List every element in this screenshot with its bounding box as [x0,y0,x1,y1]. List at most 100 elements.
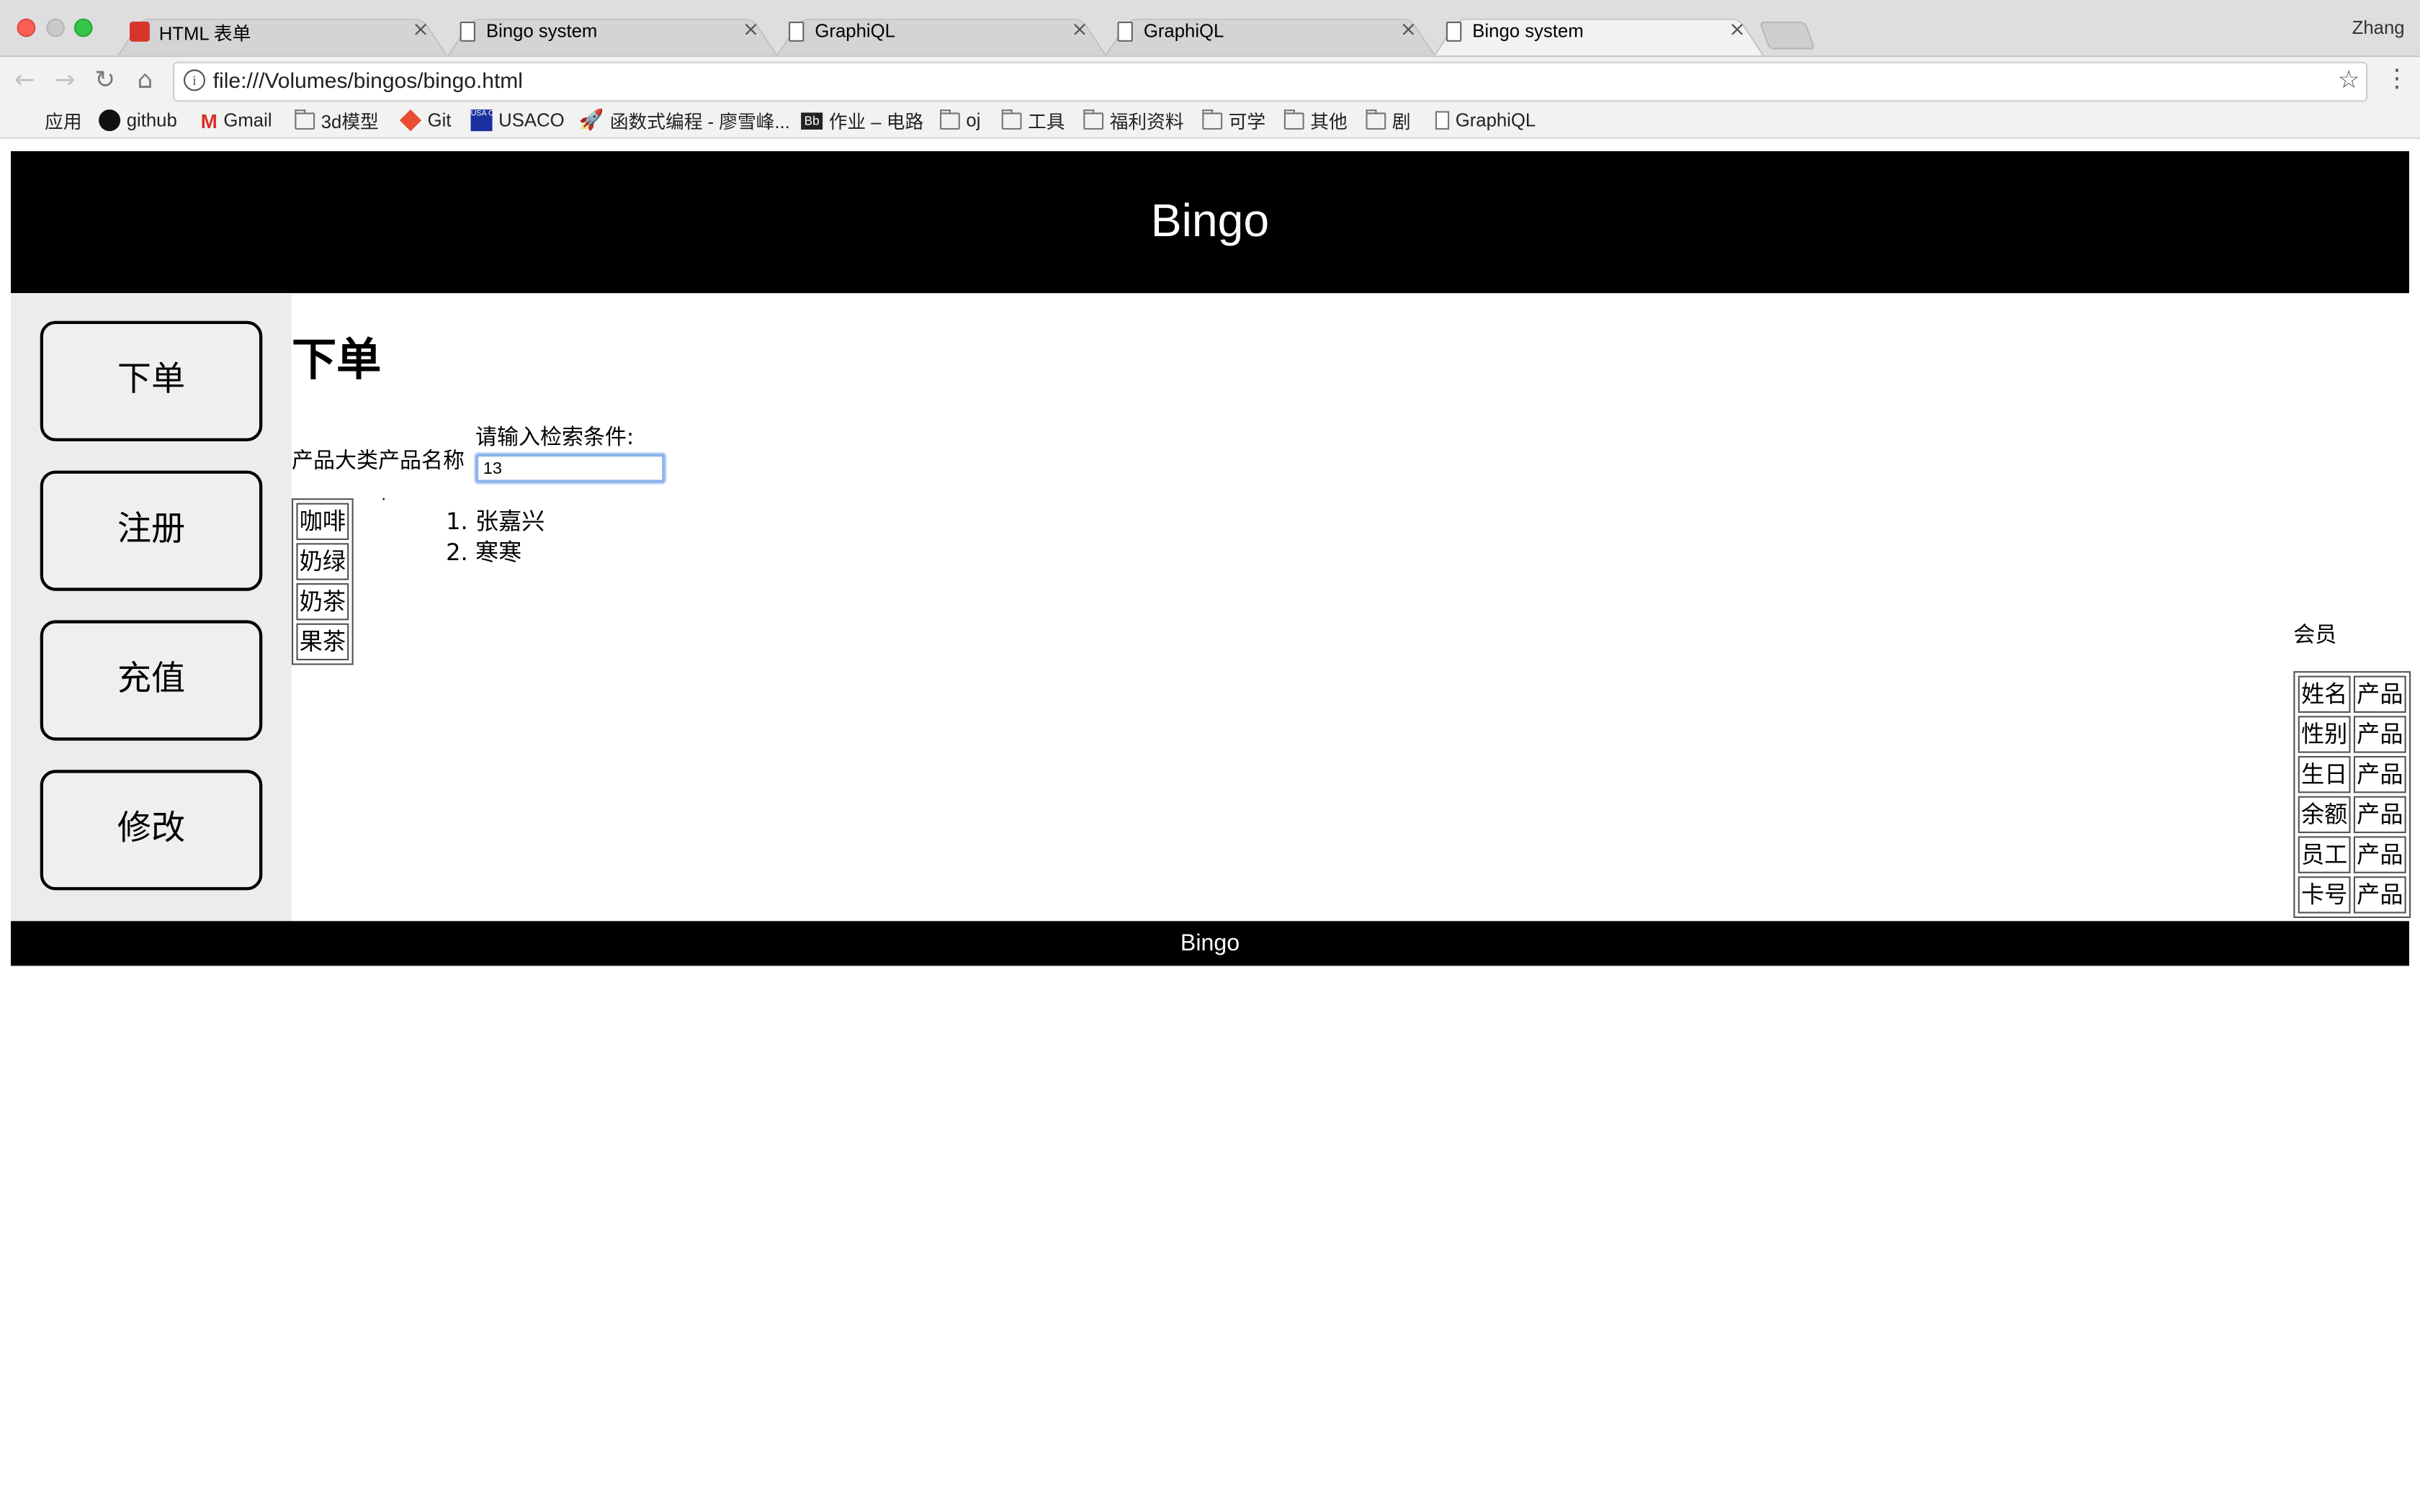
category-cell[interactable]: 咖啡 [296,503,349,540]
tab-title: GraphiQL [1143,19,1224,42]
folder-icon [295,109,315,129]
bookmark-functional-programming[interactable]: 🚀 函数式编程 - 廖雪峰... [579,108,790,132]
search-input[interactable] [475,454,666,483]
page-footer: Bingo [11,921,2409,966]
bookmark-label: 其他 [1310,110,1348,132]
folder-icon [1366,109,1386,129]
close-tab-icon[interactable]: × [1071,19,1088,42]
zoom-window-button[interactable] [73,18,93,37]
bookmark-gmail[interactable]: M Gmail [201,108,272,132]
forward-arrow-icon[interactable]: → [50,65,81,96]
folder-icon [940,109,960,129]
tab-html-form[interactable]: HTML 表单 × [117,11,448,56]
result-list: 张嘉兴 寒寒 [413,506,544,568]
close-tab-icon[interactable]: × [743,19,759,42]
document-icon [1117,22,1133,42]
search-label: 请输入检索条件: [475,426,635,451]
bookmark-welfare[interactable]: 福利资料 [1083,108,1184,132]
field-value-cell: 产品 [2353,675,2406,713]
back-arrow-icon[interactable]: ← [9,65,40,96]
field-name-cell: 性别 [2298,716,2351,753]
document-icon [1446,22,1462,42]
close-window-button[interactable] [17,18,36,37]
modify-button[interactable]: 修改 [40,770,263,891]
bookmark-usaco[interactable]: USA CO USACO [470,108,565,132]
apps-grid-icon [19,112,39,129]
category-cell[interactable]: 奶茶 [296,583,349,621]
bookmark-github[interactable]: github [99,108,177,132]
document-icon [1435,111,1450,130]
folder-icon [1083,109,1104,129]
field-value-cell: 产品 [2353,796,2406,834]
bookmark-other[interactable]: 其他 [1283,108,1348,132]
recharge-button[interactable]: 充值 [40,620,263,741]
field-value-cell: 产品 [2353,756,2406,793]
tab-bingo-system-active[interactable]: Bingo system × [1433,11,1765,56]
address-bar[interactable]: i file:///Volumes/bingos/bingo.html ☆ [173,61,2368,102]
git-icon [399,109,422,132]
bookmark-label: 剧 [1392,110,1411,132]
close-tab-icon[interactable]: × [1400,19,1417,42]
new-tab-button[interactable] [1759,22,1816,50]
url-text[interactable]: file:///Volumes/bingos/bingo.html [213,68,523,92]
menu-dots-icon[interactable]: ⋮ [2385,63,2409,94]
bookmark-star-icon[interactable]: ☆ [2338,65,2360,94]
product-filter-label: 产品大类产品名称 [292,449,465,474]
bookmark-drama[interactable]: 剧 [1366,108,1411,132]
bookmark-oj[interactable]: oj [940,108,980,132]
tab-bingo-system-1[interactable]: Bingo system × [447,11,778,56]
bookmark-kexue[interactable]: 可学 [1202,108,1265,132]
list-item[interactable]: 张嘉兴 [475,506,544,537]
close-tab-icon[interactable]: × [412,19,429,42]
bookmark-tools[interactable]: 工具 [1001,108,1065,132]
tab-strip: HTML 表单 × Bingo system × GraphiQL × Grap… [0,0,2420,58]
table-row: 咖啡 [296,503,349,540]
browser-toolbar: ← → ↻ ⌂ i file:///Volumes/bingos/bingo.h… [0,57,2420,104]
folder-icon [1001,109,1022,129]
bookmark-apps[interactable]: 应用 [19,108,81,132]
tab-graphiql-1[interactable]: GraphiQL × [776,11,1107,56]
bookmark-label: 3d模型 [321,110,379,132]
member-label: 会员 [2293,623,2337,648]
bookmark-git[interactable]: Git [399,108,452,132]
minimize-window-button[interactable] [46,18,65,37]
category-cell[interactable]: 果茶 [296,623,349,661]
sidebar: 下单 注册 充值 修改 [11,293,292,922]
folder-icon [1202,109,1223,129]
bookmark-3d-models[interactable]: 3d模型 [295,108,379,132]
table-row: 余额 产品 [2298,796,2406,834]
tab-title: Bingo system [486,19,598,42]
table-row: 果茶 [296,623,349,661]
table-row: 奶茶 [296,583,349,621]
tab-graphiql-2[interactable]: GraphiQL × [1105,11,1435,56]
category-table: 咖啡 奶绿 奶茶 果茶 [292,498,354,665]
field-name-cell: 员工 [2298,836,2351,873]
stray-mark: . [381,487,387,505]
page-header: Bingo [11,151,2409,294]
document-icon [460,22,475,42]
bookmark-graphiql[interactable]: GraphiQL [1435,108,1536,132]
field-value-cell: 产品 [2353,836,2406,873]
bookmark-label: oj [966,109,981,132]
bookmark-label: Git [427,109,452,132]
reload-icon[interactable]: ↻ [89,65,120,96]
category-cell[interactable]: 奶绿 [296,543,349,580]
list-item[interactable]: 寒寒 [475,537,544,568]
profile-name[interactable]: Zhang [2352,17,2405,39]
field-name-cell: 生日 [2298,756,2351,793]
field-name-cell: 卡号 [2298,876,2351,914]
github-icon [99,109,121,132]
table-row: 卡号 产品 [2298,876,2406,914]
usaco-icon: USA CO [470,109,500,132]
home-icon[interactable]: ⌂ [130,65,161,96]
blackboard-icon: Bb [801,112,823,129]
register-button[interactable]: 注册 [40,470,263,591]
order-button[interactable]: 下单 [40,320,263,441]
close-tab-icon[interactable]: × [1729,19,1745,42]
bookmark-homework-circuits[interactable]: Bb 作业 – 电路 [801,108,923,132]
bookmark-label: 可学 [1228,110,1266,132]
bookmarks-bar: 应用 github M Gmail 3d模型 Git USA CO USACO … [0,103,2420,139]
gmail-icon: M [200,109,218,132]
info-icon[interactable]: i [183,69,205,91]
page-viewport: Bingo 下单 注册 充值 修改 下单 产品大类产品名称 请输入检索条件: .… [0,138,2420,1512]
